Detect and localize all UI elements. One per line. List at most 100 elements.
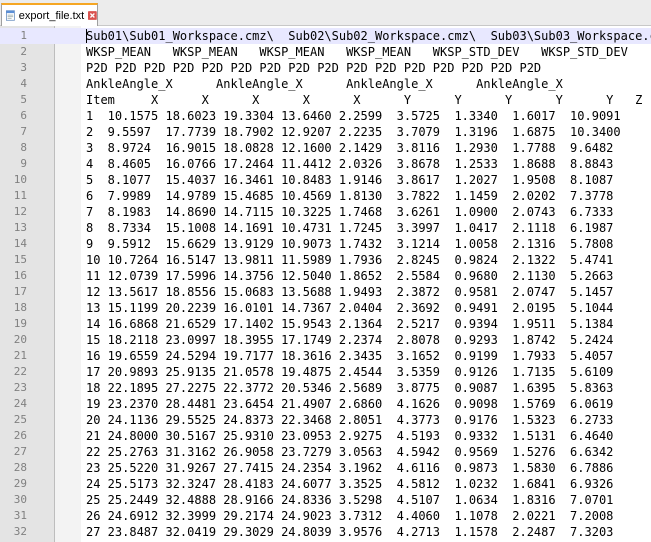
line-text: 25 25.2449 32.4888 28.9166 24.8336 3.529… bbox=[86, 493, 614, 507]
line-text: 19 23.2370 28.4481 23.6454 21.4907 2.686… bbox=[86, 397, 614, 411]
line-text: Sub01\Sub01_Workspace.cmz\ Sub02\Sub02_W… bbox=[86, 29, 651, 43]
line-text: 13 15.1199 20.2239 16.0101 14.7367 2.040… bbox=[86, 301, 614, 315]
editor-line[interactable]: 7 2 9.5597 17.7739 18.7902 12.9207 2.2235… bbox=[0, 124, 651, 140]
line-text: 24 25.5173 32.3247 28.4183 24.6077 3.352… bbox=[86, 477, 614, 491]
editor-line[interactable]: 6 1 10.1575 18.6023 19.3304 13.6460 2.259… bbox=[0, 108, 651, 124]
line-text: P2D P2D P2D P2D P2D P2D P2D P2D P2D P2D … bbox=[86, 61, 542, 75]
tab-label: export_file.txt bbox=[18, 9, 85, 22]
line-text: 6 7.9989 14.9789 15.4685 10.4569 1.8130 … bbox=[86, 189, 614, 203]
line-number: 22 bbox=[13, 365, 27, 378]
editor-line[interactable]: 26 21 24.8000 30.5167 25.9310 23.0953 2.9… bbox=[0, 428, 651, 444]
line-text: 2 9.5597 17.7739 18.7902 12.9207 2.2235 … bbox=[86, 125, 621, 139]
line-number: 18 bbox=[13, 301, 27, 314]
line-number: 24 bbox=[13, 397, 27, 410]
line-number: 16 bbox=[13, 269, 27, 282]
line-text: 22 25.2763 31.3162 26.9058 23.7279 3.056… bbox=[86, 445, 614, 459]
line-number: 19 bbox=[13, 317, 27, 330]
editor-line[interactable]: 16 11 12.0739 17.5996 14.3756 12.5040 1.8… bbox=[0, 268, 651, 284]
editor-line[interactable]: 15 10 10.7264 16.5147 13.9811 11.5989 1.7… bbox=[0, 252, 651, 268]
line-text: 20 24.1136 29.5525 24.8373 22.3468 2.805… bbox=[86, 413, 614, 427]
line-number: 26 bbox=[13, 429, 27, 442]
line-text: 23 25.5220 31.9267 27.7415 24.2354 3.196… bbox=[86, 461, 614, 475]
text-lines: 1 Sub01\Sub01_Workspace.cmz\ Sub02\Sub02_… bbox=[0, 28, 651, 540]
line-text: 4 8.4605 16.0766 17.2464 11.4412 2.0326 … bbox=[86, 157, 614, 171]
line-text: 14 16.6868 21.6529 17.1402 15.9543 2.136… bbox=[86, 317, 614, 331]
line-number: 28 bbox=[13, 461, 27, 474]
editor-line[interactable]: 20 15 18.2118 23.0997 18.3955 17.1749 2.2… bbox=[0, 332, 651, 348]
editor-line[interactable]: 27 22 25.2763 31.3162 26.9058 23.7279 3.0… bbox=[0, 444, 651, 460]
line-text: 12 13.5617 18.8556 15.0683 13.5688 1.949… bbox=[86, 285, 614, 299]
text-caret bbox=[86, 29, 87, 43]
line-number: 23 bbox=[13, 381, 27, 394]
editor-line[interactable]: 22 17 20.9893 25.9135 21.0578 19.4875 2.4… bbox=[0, 364, 651, 380]
editor-line[interactable]: 2 WKSP_MEAN WKSP_MEAN WKSP_MEAN WKSP_MEAN… bbox=[0, 44, 651, 60]
line-number: 11 bbox=[13, 189, 27, 202]
editor-line[interactable]: 5 Item X X X X X Y Y Y Y Y Z bbox=[0, 92, 651, 108]
line-number: 21 bbox=[13, 349, 27, 362]
line-text: 5 8.1077 15.4037 16.3461 10.8483 1.9146 … bbox=[86, 173, 614, 187]
editor-line[interactable]: 24 19 23.2370 28.4481 23.6454 21.4907 2.6… bbox=[0, 396, 651, 412]
editor-line[interactable]: 25 20 24.1136 29.5525 24.8373 22.3468 2.8… bbox=[0, 412, 651, 428]
line-text: 9 9.5912 15.6629 13.9129 10.9073 1.7432 … bbox=[86, 237, 614, 251]
line-text: 27 23.8487 32.0419 29.3029 24.8039 3.957… bbox=[86, 525, 614, 539]
editor-line[interactable]: 4 AnkleAngle_X AnkleAngle_X AnkleAngle_X … bbox=[0, 76, 651, 92]
line-number: 27 bbox=[13, 445, 27, 458]
line-text: 17 20.9893 25.9135 21.0578 19.4875 2.454… bbox=[86, 365, 614, 379]
tab-export-file[interactable]: export_file.txt bbox=[1, 3, 98, 26]
line-number: 15 bbox=[13, 253, 27, 266]
close-icon[interactable] bbox=[88, 10, 97, 21]
line-number: 4 bbox=[20, 77, 27, 90]
editor-line[interactable]: 9 4 8.4605 16.0766 17.2464 11.4412 2.0326… bbox=[0, 156, 651, 172]
editor-line[interactable]: 1 Sub01\Sub01_Workspace.cmz\ Sub02\Sub02_… bbox=[0, 28, 651, 44]
line-text: 7 8.1983 14.8690 14.7115 10.3225 1.7468 … bbox=[86, 205, 614, 219]
notepad-file-icon bbox=[6, 10, 15, 21]
editor-line[interactable]: 8 3 8.9724 16.9015 18.0828 12.1600 2.1429… bbox=[0, 140, 651, 156]
tab-bar: export_file.txt bbox=[0, 0, 651, 26]
editor-line[interactable]: 18 13 15.1199 20.2239 16.0101 14.7367 2.0… bbox=[0, 300, 651, 316]
editor-line[interactable]: 28 23 25.5220 31.9267 27.7415 24.2354 3.1… bbox=[0, 460, 651, 476]
line-number: 8 bbox=[20, 141, 27, 154]
line-text: AnkleAngle_X AnkleAngle_X AnkleAngle_X A… bbox=[86, 77, 563, 91]
text-editor[interactable]: 1 Sub01\Sub01_Workspace.cmz\ Sub02\Sub02_… bbox=[0, 26, 651, 542]
editor-line[interactable]: 31 26 24.6912 32.3999 29.2174 24.9023 3.7… bbox=[0, 508, 651, 524]
line-number: 32 bbox=[13, 525, 27, 538]
line-number: 20 bbox=[13, 333, 27, 346]
line-number: 13 bbox=[13, 221, 27, 234]
line-number: 31 bbox=[13, 509, 27, 522]
line-text: Item X X X X X Y Y Y Y Y Z bbox=[86, 93, 643, 107]
line-number: 7 bbox=[20, 125, 27, 138]
editor-line[interactable]: 29 24 25.5173 32.3247 28.4183 24.6077 3.3… bbox=[0, 476, 651, 492]
line-number: 5 bbox=[20, 93, 27, 106]
line-number: 2 bbox=[20, 45, 27, 58]
editor-line[interactable]: 32 27 23.8487 32.0419 29.3029 24.8039 3.9… bbox=[0, 524, 651, 540]
line-text: 21 24.8000 30.5167 25.9310 23.0953 2.927… bbox=[86, 429, 614, 443]
line-text: 3 8.9724 16.9015 18.0828 12.1600 2.1429 … bbox=[86, 141, 614, 155]
line-text: 10 10.7264 16.5147 13.9811 11.5989 1.793… bbox=[86, 253, 614, 267]
editor-line[interactable]: 19 14 16.6868 21.6529 17.1402 15.9543 2.1… bbox=[0, 316, 651, 332]
editor-line[interactable]: 10 5 8.1077 15.4037 16.3461 10.8483 1.914… bbox=[0, 172, 651, 188]
editor-line[interactable]: 23 18 22.1895 27.2275 22.3772 20.5346 2.5… bbox=[0, 380, 651, 396]
line-text: 8 8.7334 15.1008 14.1691 10.4731 1.7245 … bbox=[86, 221, 614, 235]
editor-line[interactable]: 17 12 13.5617 18.8556 15.0683 13.5688 1.9… bbox=[0, 284, 651, 300]
editor-line[interactable]: 30 25 25.2449 32.4888 28.9166 24.8336 3.5… bbox=[0, 492, 651, 508]
line-number: 3 bbox=[20, 61, 27, 74]
line-text: 16 19.6559 24.5294 19.7177 18.3616 2.343… bbox=[86, 349, 614, 363]
editor-line[interactable]: 11 6 7.9989 14.9789 15.4685 10.4569 1.813… bbox=[0, 188, 651, 204]
editor-line[interactable]: 21 16 19.6559 24.5294 19.7177 18.3616 2.3… bbox=[0, 348, 651, 364]
line-text: 15 18.2118 23.0997 18.3955 17.1749 2.237… bbox=[86, 333, 614, 347]
line-number: 29 bbox=[13, 477, 27, 490]
line-text: 18 22.1895 27.2275 22.3772 20.5346 2.568… bbox=[86, 381, 614, 395]
line-number: 30 bbox=[13, 493, 27, 506]
line-number: 6 bbox=[20, 109, 27, 122]
line-number: 1 bbox=[20, 29, 27, 42]
line-number: 14 bbox=[13, 237, 27, 250]
line-text: 26 24.6912 32.3999 29.2174 24.9023 3.731… bbox=[86, 509, 614, 523]
editor-line[interactable]: 3 P2D P2D P2D P2D P2D P2D P2D P2D P2D P2D… bbox=[0, 60, 651, 76]
editor-line[interactable]: 12 7 8.1983 14.8690 14.7115 10.3225 1.746… bbox=[0, 204, 651, 220]
editor-line[interactable]: 14 9 9.5912 15.6629 13.9129 10.9073 1.743… bbox=[0, 236, 651, 252]
line-number: 17 bbox=[13, 285, 27, 298]
line-number: 12 bbox=[13, 205, 27, 218]
line-number: 10 bbox=[13, 173, 27, 186]
line-text: 1 10.1575 18.6023 19.3304 13.6460 2.2599… bbox=[86, 109, 621, 123]
editor-line[interactable]: 13 8 8.7334 15.1008 14.1691 10.4731 1.724… bbox=[0, 220, 651, 236]
